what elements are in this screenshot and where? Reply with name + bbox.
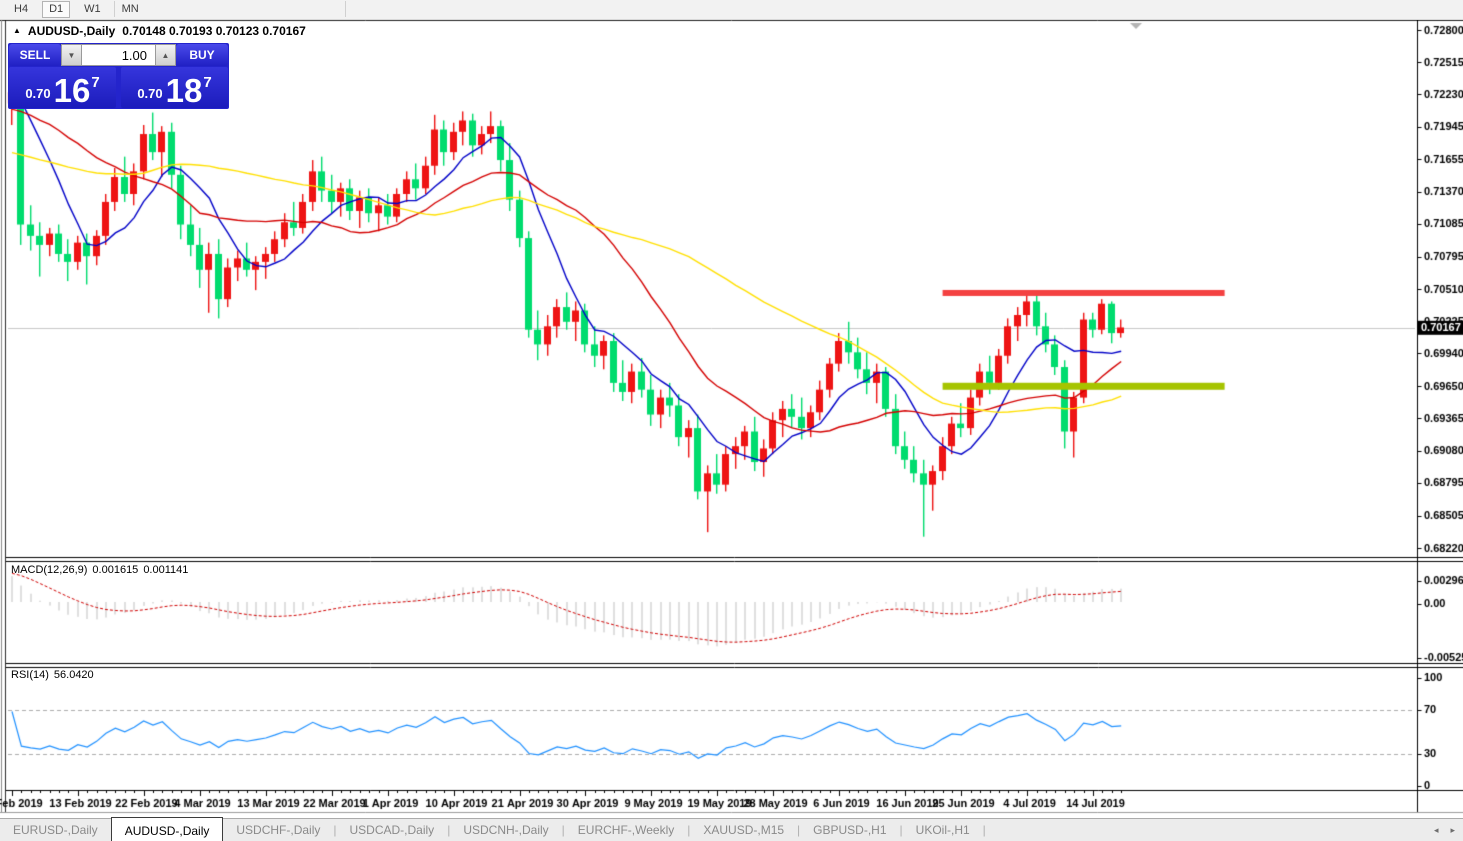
- rsi-indicator-label: RSI(14) 56.0420: [11, 669, 99, 681]
- buy-price-point: 7: [203, 74, 211, 91]
- buy-price-pips: 18: [166, 75, 203, 106]
- tabs-scroll-left-button[interactable]: ◂: [1434, 825, 1439, 836]
- buy-button[interactable]: BUY: [176, 44, 228, 66]
- macd-main-value: 0.001615: [92, 564, 138, 576]
- macd-name: MACD(12,26,9): [11, 564, 87, 576]
- volume-decrease-button[interactable]: ▼: [61, 44, 82, 66]
- chevron-down-icon: ▼: [68, 51, 76, 60]
- tab-gbpusd-h1[interactable]: GBPUSD-,H1: [800, 819, 899, 841]
- volume-increase-button[interactable]: ▲: [155, 44, 176, 66]
- timeframe-button-d1[interactable]: D1: [42, 1, 70, 18]
- buy-price-display[interactable]: 0.70 18 7: [121, 67, 228, 108]
- timeframe-button-mn[interactable]: MN: [115, 1, 146, 18]
- timeframe-button-w1[interactable]: W1: [77, 1, 108, 18]
- symbol-name: AUDUSD-,Daily: [28, 24, 115, 38]
- one-click-trade-panel: SELL ▼ 1.00 ▲ BUY 0.70 16 7 0.70 18 7: [8, 43, 229, 109]
- macd-indicator-label: MACD(12,26,9) 0.001615 0.001141: [11, 564, 193, 576]
- timeframe-toolbar-buttons: H4 D1 W1 MN: [0, 1, 146, 18]
- sell-price-display[interactable]: 0.70 16 7: [9, 67, 116, 108]
- toolbar-separator: [345, 1, 346, 17]
- tab-eurchf-weekly[interactable]: EURCHF-,Weekly: [565, 819, 687, 841]
- tab-eurusd-daily[interactable]: EURUSD-,Daily: [0, 819, 111, 841]
- rsi-name: RSI(14): [11, 669, 49, 681]
- chart-tab-bar: EURUSD-,DailyAUDUSD-,DailyUSDCHF-,Daily |…: [0, 818, 1463, 841]
- macd-signal-value: 0.001141: [143, 564, 188, 576]
- tabs-scroll-right-button[interactable]: ▸: [1450, 825, 1455, 836]
- timeframe-toolbar: H4 D1 W1 MN: [0, 0, 1463, 20]
- sell-price-point: 7: [91, 74, 99, 91]
- rsi-value: 56.0420: [54, 669, 94, 681]
- tab-separator: |: [983, 819, 986, 841]
- tab-usdchf-daily[interactable]: USDCHF-,Daily: [223, 819, 333, 841]
- sell-price-prefix: 0.70: [25, 86, 50, 101]
- tab-usdcnh-daily[interactable]: USDCNH-,Daily: [450, 819, 561, 841]
- chevron-up-icon: ▲: [162, 51, 170, 60]
- volume-input[interactable]: 1.00: [82, 44, 155, 66]
- tab-usdcad-daily[interactable]: USDCAD-,Daily: [337, 819, 448, 841]
- tab-audusd-daily[interactable]: AUDUSD-,Daily: [111, 817, 224, 841]
- buy-price-prefix: 0.70: [137, 86, 162, 101]
- toolbar-separator: [114, 1, 115, 17]
- sell-price-pips: 16: [54, 75, 91, 106]
- collapse-triangle-icon[interactable]: ▲: [13, 26, 21, 36]
- tab-xauusd-m15[interactable]: XAUUSD-,M15: [690, 819, 797, 841]
- symbol-ohlc-values: 0.70148 0.70193 0.70123 0.70167: [122, 24, 306, 38]
- chart-tabs: EURUSD-,DailyAUDUSD-,DailyUSDCHF-,Daily |…: [0, 819, 986, 841]
- chart-canvas[interactable]: [0, 0, 1463, 840]
- chart-title: ▲ AUDUSD-,Daily 0.70148 0.70193 0.70123 …: [13, 24, 306, 38]
- timeframe-button-h4[interactable]: H4: [7, 1, 35, 18]
- sell-button[interactable]: SELL: [9, 44, 61, 66]
- tab-ukoil-h1[interactable]: UKOil-,H1: [903, 819, 983, 841]
